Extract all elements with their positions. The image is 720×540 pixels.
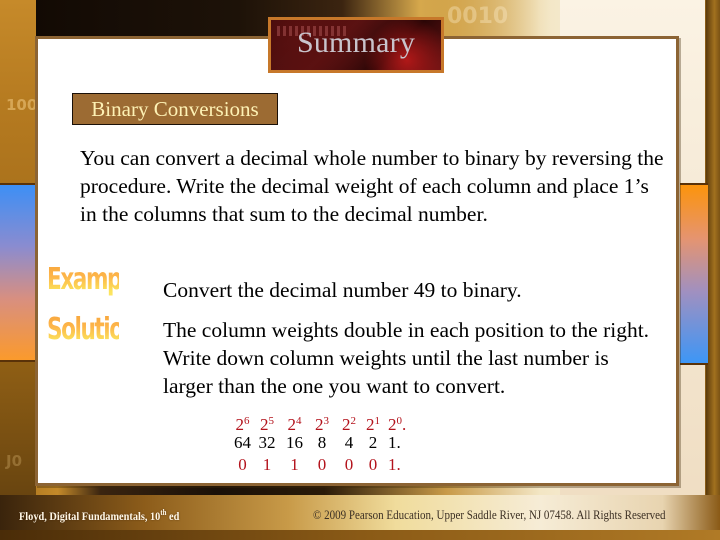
background-digits: 100 <box>6 96 38 114</box>
binary-weights-table: 26 25 24 23 22 21 20. 64 32 16 8 4 2 1. 0 1 1 0 0 0 1. <box>232 410 414 476</box>
background-bottom-bar <box>0 530 720 540</box>
binary-digit-cell: 0 <box>368 455 378 474</box>
footer-book-suffix: ed <box>166 509 180 523</box>
example-question: Convert the decimal number 49 to binary. <box>163 278 522 302</box>
power-of-two-cell: 26 <box>235 415 250 434</box>
powers-of-two-row: 26 25 24 23 22 21 20. <box>232 410 414 434</box>
background-digits: J0 <box>6 452 23 470</box>
decimal-weight-cell: 1. <box>388 433 401 452</box>
power-of-two-cell: 22 <box>342 415 356 434</box>
binary-digits-row: 0 1 1 0 0 0 1. <box>232 454 414 476</box>
decimal-weight-cell: 2 <box>368 433 378 452</box>
decimal-weights-row: 64 32 16 8 4 2 1. <box>232 432 414 454</box>
decorative-gradient-tab-right <box>680 183 708 365</box>
footer-book-title: Floyd, Digital Fundamentals, 10th ed <box>19 508 179 524</box>
power-of-two-cell: 23 <box>315 415 329 434</box>
power-of-two-cell: 21 <box>366 415 380 434</box>
decimal-weight-cell: 4 <box>344 433 354 452</box>
binary-digit-cell: 1 <box>262 455 272 474</box>
decimal-weight-cell: 64 <box>234 433 251 452</box>
power-of-two-cell: 20. <box>388 415 407 434</box>
section-subtitle: Binary Conversions <box>91 96 259 121</box>
background-digits: 0010 <box>447 4 509 29</box>
binary-digit-cell: 0 <box>344 455 354 474</box>
slide-title: Summary <box>296 26 416 59</box>
slide-title-badge: Summary <box>268 17 444 73</box>
decimal-weight-cell: 8 <box>317 433 327 452</box>
footer-book-name: Floyd, Digital Fundamentals, 10 <box>19 509 161 523</box>
power-of-two-cell: 25 <box>260 415 274 434</box>
binary-digit-cell: 0 <box>238 455 247 474</box>
binary-digit-cell: 0 <box>317 455 327 474</box>
solution-paragraph: The column weights double in each positi… <box>163 318 650 398</box>
decorative-gradient-tab-left <box>0 183 36 362</box>
decimal-weight-cell: 32 <box>258 433 276 452</box>
intro-paragraph: You can convert a decimal whole number t… <box>80 146 664 226</box>
example-label-graphic: Example <box>47 262 142 297</box>
binary-digit-cell: 1. <box>388 455 401 474</box>
power-of-two-cell: 24 <box>287 415 302 434</box>
footer-copyright: © 2009 Pearson Education, Upper Saddle R… <box>313 508 666 522</box>
binary-digit-cell: 1 <box>290 455 299 474</box>
background-right-edge <box>706 0 720 540</box>
solution-label-graphic: Solution <box>47 312 138 347</box>
section-subtitle-box: Binary Conversions <box>72 93 278 125</box>
decimal-weight-cell: 16 <box>286 433 303 452</box>
